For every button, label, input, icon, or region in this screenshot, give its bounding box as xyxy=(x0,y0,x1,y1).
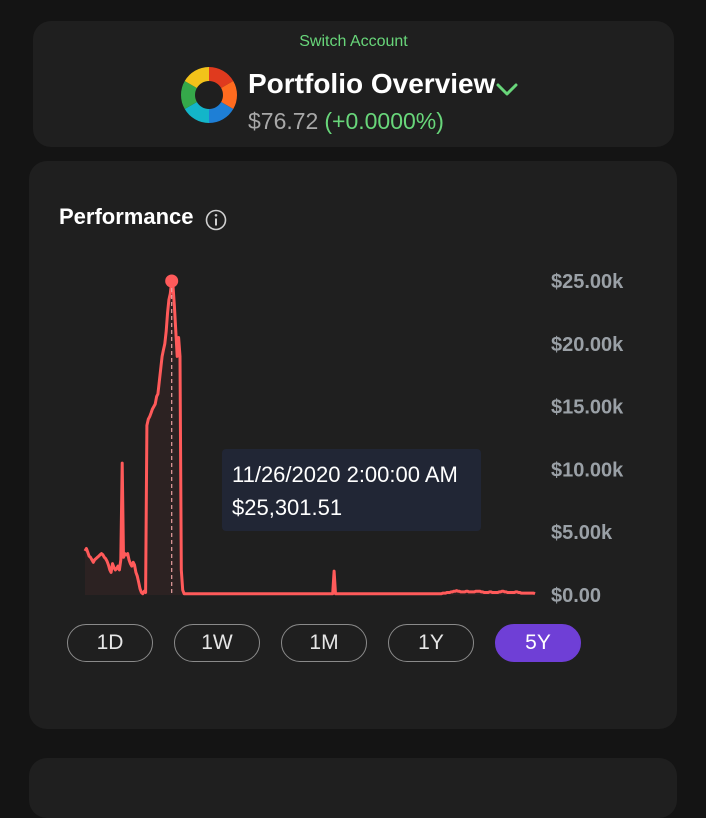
y-tick-label: $20.00k xyxy=(551,334,624,356)
range-button-5y[interactable]: 5Y xyxy=(495,624,581,662)
account-value-line: $76.72 (+0.0000%) xyxy=(248,108,444,135)
time-range-selector: 1D 1W 1M 1Y 5Y xyxy=(67,624,587,664)
range-button-1y[interactable]: 1Y xyxy=(388,624,474,662)
account-card: Switch Account Portfolio Overview $76.72… xyxy=(33,21,674,147)
chart-tooltip: 11/26/2020 2:00:00 AM $25,301.51 xyxy=(222,449,481,531)
range-button-1d[interactable]: 1D xyxy=(67,624,153,662)
account-change: (+0.0000%) xyxy=(324,108,444,134)
switch-account-link[interactable]: Switch Account xyxy=(33,33,674,51)
series-area xyxy=(85,281,535,595)
y-tick-label: $15.00k xyxy=(551,397,624,419)
y-tick-label: $0.00 xyxy=(551,585,601,607)
chevron-down-icon[interactable] xyxy=(494,79,520,99)
y-tick-label: $5.00k xyxy=(551,522,613,544)
tooltip-value: $25,301.51 xyxy=(232,495,343,520)
tooltip-date: 11/26/2020 2:00:00 AM xyxy=(232,462,458,487)
range-button-1w[interactable]: 1W xyxy=(174,624,260,662)
y-tick-label: $10.00k xyxy=(551,459,624,481)
account-value: $76.72 xyxy=(248,108,319,134)
account-title: Portfolio Overview xyxy=(248,68,496,99)
y-tick-label: $25.00k xyxy=(551,271,624,293)
highlight-point xyxy=(165,274,179,288)
portfolio-donut-icon xyxy=(180,67,238,123)
performance-card: Performance $0.00 $5.00k $10.00k $15.00k $20… xyxy=(29,161,677,729)
next-card xyxy=(29,758,677,818)
range-button-1m[interactable]: 1M xyxy=(281,624,367,662)
account-selector[interactable]: Portfolio Overview $76.72 (+0.0000%) xyxy=(180,65,540,135)
